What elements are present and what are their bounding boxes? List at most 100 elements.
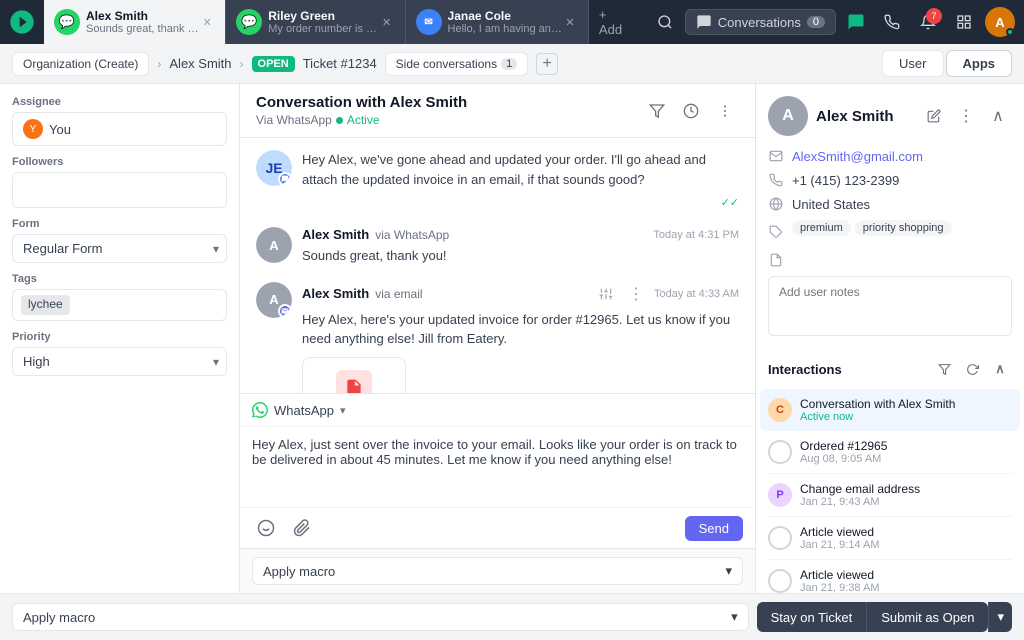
user-header: A Alex Smith ⋮ ∧ — [768, 96, 1012, 136]
user-view-button[interactable]: User — [882, 50, 943, 77]
main-content: Assignee Y You Followers Form Regular Fo… — [0, 84, 1024, 593]
chat-icon-button[interactable] — [840, 6, 872, 38]
submit-dropdown-chevron[interactable]: ▾ — [988, 602, 1012, 632]
message-3: A Alex Smith via email ⋮ — [256, 282, 739, 394]
tab-name-2: Riley Green — [268, 9, 378, 23]
priority-label: Priority — [12, 331, 227, 343]
reply-footer-actions — [252, 514, 316, 542]
submit-as-open-button[interactable]: Submit as Open — [866, 602, 988, 632]
filter-icon-button[interactable] — [643, 97, 671, 125]
center-panel: Conversation with Alex Smith Via WhatsAp… — [240, 84, 756, 593]
form-label: Form — [12, 218, 227, 230]
app-logo — [0, 0, 44, 44]
tags-label: Tags — [12, 273, 227, 285]
interaction-icon-4 — [768, 526, 792, 550]
user-phone-row: +1 (415) 123-2399 — [768, 172, 1012, 188]
ticket-id: Ticket #1234 — [303, 56, 377, 71]
add-tab-button[interactable]: + — [536, 53, 558, 75]
collapse-interactions-button[interactable]: ∧ — [988, 357, 1012, 381]
phone-button[interactable] — [876, 6, 908, 38]
msg-more-button[interactable]: ⋮ — [624, 282, 648, 306]
tags-field[interactable]: lychee — [12, 289, 227, 321]
tab-close-1[interactable]: ✕ — [199, 14, 215, 30]
grid-button[interactable] — [948, 6, 980, 38]
interaction-body-4: Article viewed Jan 21, 9:14 AM — [800, 525, 1012, 551]
alex-avatar-2: A — [256, 227, 292, 263]
user-action-buttons: ⋮ ∧ — [920, 102, 1012, 130]
macro-label: Apply macro — [263, 564, 335, 579]
refresh-interactions-button[interactable] — [960, 357, 984, 381]
message-2-body: Sounds great, thank you! — [302, 246, 739, 266]
agent-indicator — [278, 172, 292, 186]
right-panel-content: A Alex Smith ⋮ ∧ AlexSmith@gmail.com — [756, 84, 1024, 593]
send-button[interactable]: Send — [685, 516, 743, 541]
interactions-actions: ∧ — [932, 357, 1012, 381]
tab-riley-green[interactable]: 💬 Riley Green My order number is 19... ✕ — [226, 0, 405, 44]
interaction-item-3[interactable]: P Change email address Jan 21, 9:43 AM — [768, 474, 1012, 517]
via-label: Via WhatsApp — [256, 113, 332, 127]
tab-close-3[interactable]: ✕ — [562, 14, 578, 30]
reply-text-area[interactable]: Hey Alex, just sent over the invoice to … — [240, 427, 755, 507]
attachment-invoice[interactable]: Invoice_12965 PDF — [302, 357, 406, 394]
apps-view-button[interactable]: Apps — [946, 50, 1013, 77]
tab-alex-smith[interactable]: 💬 Alex Smith Sounds great, thank you! ✕ — [44, 0, 226, 44]
tab-close-2[interactable]: ✕ — [379, 14, 395, 30]
assignee-field[interactable]: Y You — [12, 112, 227, 146]
interaction-item-2[interactable]: Ordered #12965 Aug 08, 9:05 AM — [768, 431, 1012, 474]
collapse-user-button[interactable]: ∧ — [984, 102, 1012, 130]
ticket-status: OPEN — [252, 56, 295, 72]
notifications-button[interactable]: 7 — [912, 6, 944, 38]
user-email[interactable]: AlexSmith@gmail.com — [792, 149, 923, 164]
submit-dropdown: Stay on Ticket Submit as Open ▾ — [757, 602, 1012, 632]
message-3-content: Alex Smith via email ⋮ Today at 4:33 AM … — [302, 282, 739, 394]
user-notes-input[interactable] — [768, 276, 1012, 336]
search-button[interactable] — [649, 6, 681, 38]
clock-icon-button[interactable] — [677, 97, 705, 125]
assignee-avatar: Y — [23, 119, 43, 139]
user-avatar[interactable]: A — [984, 6, 1016, 38]
stay-on-ticket-button[interactable]: Stay on Ticket — [757, 602, 867, 632]
interaction-body-2: Ordered #12965 Aug 08, 9:05 AM — [800, 439, 1012, 465]
interaction-item-4[interactable]: Article viewed Jan 21, 9:14 AM — [768, 517, 1012, 560]
filter-interactions-button[interactable] — [932, 357, 956, 381]
interaction-time-2: Aug 08, 9:05 AM — [800, 453, 1012, 465]
message-3-meta: Alex Smith via email ⋮ Today at 4:33 AM — [302, 282, 739, 306]
secondbar: Organization (Create) › Alex Smith › OPE… — [0, 44, 1024, 84]
interaction-item-5[interactable]: Article viewed Jan 21, 9:38 AM — [768, 560, 1012, 593]
reply-area: WhatsApp ▾ Hey Alex, just sent over the … — [240, 393, 755, 548]
form-select[interactable]: Regular Form — [12, 234, 227, 263]
user-tag-premium: premium — [792, 220, 851, 236]
followers-field[interactable] — [12, 172, 227, 208]
message-1: JE Hey Alex, we've gone ahead and update… — [256, 150, 739, 211]
apply-macro-select[interactable]: Apply macro ▾ — [252, 557, 743, 585]
more-options-button[interactable] — [711, 97, 739, 125]
interaction-list: C Conversation with Alex Smith Active no… — [768, 389, 1012, 593]
side-conversations-button[interactable]: Side conversations 1 — [385, 52, 529, 76]
interaction-title-1: Conversation with Alex Smith — [800, 397, 1012, 411]
edit-user-button[interactable] — [920, 102, 948, 130]
emoji-button[interactable] — [252, 514, 280, 542]
msg-sender-2: Alex Smith — [302, 227, 369, 242]
tab-add-button[interactable]: + Add — [589, 0, 641, 44]
tab-icon-3: ✉ — [416, 9, 442, 35]
interaction-title-4: Article viewed — [800, 525, 1012, 539]
bottom-bar: Apply macro ▾ Stay on Ticket Submit as O… — [0, 593, 1024, 640]
more-user-button[interactable]: ⋮ — [952, 102, 980, 130]
assignee-label: Assignee — [12, 96, 227, 108]
tab-janae-cole[interactable]: ✉ Janae Cole Hello, I am having an is...… — [406, 0, 589, 44]
bottom-macro-select[interactable]: Apply macro ▾ — [12, 603, 749, 631]
interaction-item-1[interactable]: C Conversation with Alex Smith Active no… — [760, 389, 1020, 431]
user-tags-icon-row: premium priority shopping — [768, 220, 1012, 244]
reply-footer: Send — [240, 507, 755, 548]
followers-input[interactable] — [23, 179, 216, 201]
msg-tune-button[interactable] — [594, 282, 618, 306]
interaction-icon-1: C — [768, 398, 792, 422]
channel-chevron-icon[interactable]: ▾ — [340, 404, 346, 417]
conversations-button[interactable]: Conversations 0 — [685, 9, 836, 35]
conv-via: Via WhatsApp Active — [256, 113, 643, 127]
notification-badge: 7 — [926, 8, 942, 24]
org-breadcrumb[interactable]: Organization (Create) — [12, 52, 149, 76]
priority-select[interactable]: LowNormalHighUrgent — [12, 347, 227, 376]
conversations-label: Conversations — [718, 15, 801, 30]
attachment-button[interactable] — [288, 514, 316, 542]
